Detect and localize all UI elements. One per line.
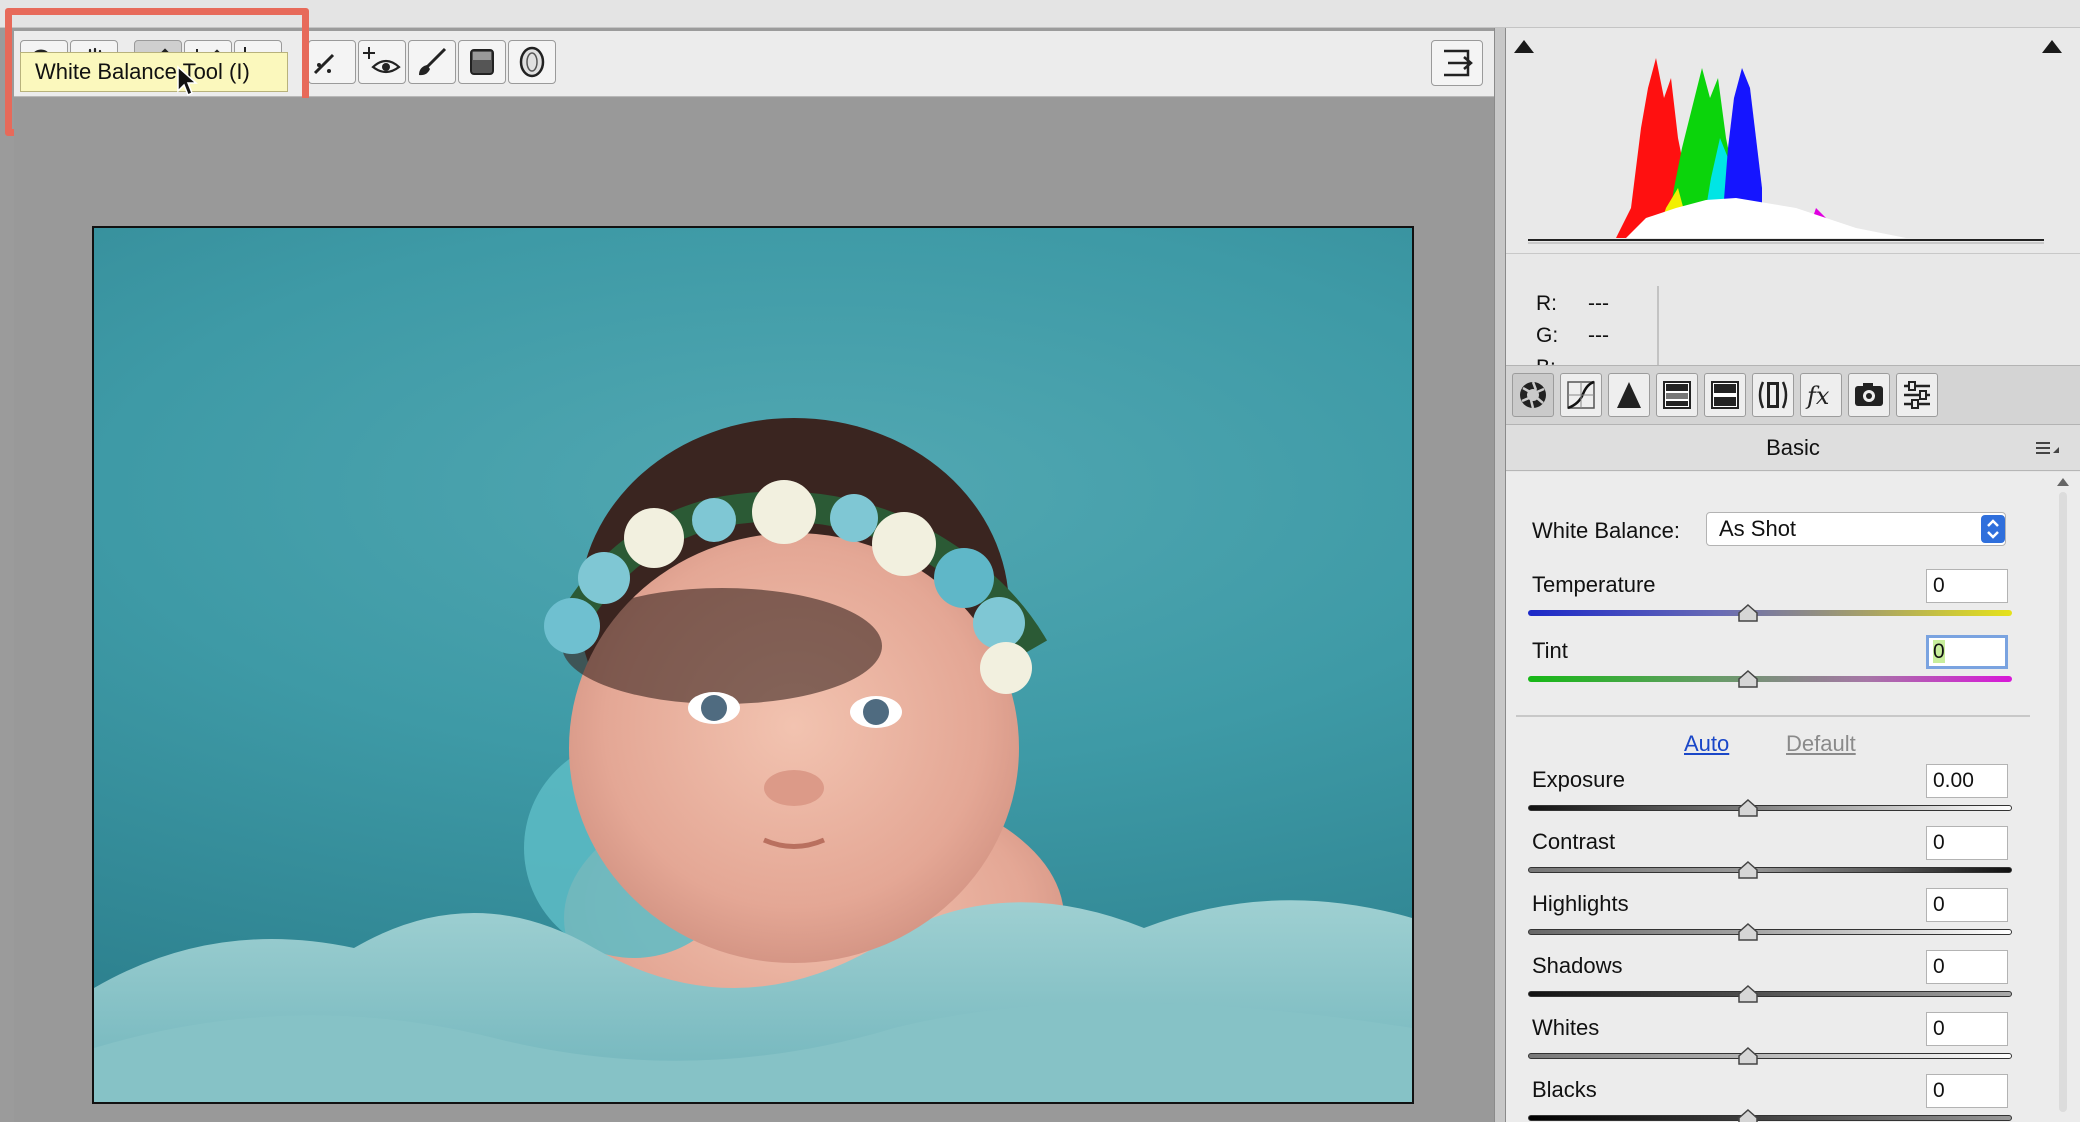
photo-illustration xyxy=(94,228,1412,1102)
panel-scrollbar[interactable] xyxy=(2052,472,2074,1122)
contrast-slider-thumb[interactable] xyxy=(1738,861,1758,879)
tab-hsl[interactable] xyxy=(1656,373,1698,417)
adjustments-panel: R:--- G:--- B:--- fx xyxy=(1506,28,2080,1122)
default-link[interactable]: Default xyxy=(1786,731,1856,757)
highlights-label: Highlights xyxy=(1532,891,1629,917)
blacks-field[interactable]: 0 xyxy=(1926,1074,2008,1108)
radial-filter-icon xyxy=(509,41,555,83)
contrast-label: Contrast xyxy=(1532,829,1615,855)
whites-label: Whites xyxy=(1532,1015,1599,1041)
panel-title: Basic xyxy=(1766,435,1820,460)
exit-icon xyxy=(1432,41,1482,85)
svg-text:fx: fx xyxy=(1805,382,1830,410)
histogram-graph xyxy=(1506,28,2080,254)
whites-field[interactable]: 0 xyxy=(1926,1012,2008,1046)
lens-corrections-icon xyxy=(1753,374,1793,416)
readout-r: R:--- xyxy=(1536,292,1609,316)
highlights-field[interactable]: 0 xyxy=(1926,888,2008,922)
blacks-slider-thumb[interactable] xyxy=(1738,1109,1758,1122)
panel-divider[interactable] xyxy=(1494,28,1506,1122)
temperature-label: Temperature xyxy=(1532,572,1656,598)
histogram xyxy=(1506,28,2080,254)
panel-header: Basic xyxy=(1506,425,2080,471)
highlights-slider-thumb[interactable] xyxy=(1738,923,1758,941)
toggle-fullscreen-button[interactable] xyxy=(1431,40,1483,86)
tab-lens-corrections[interactable] xyxy=(1752,373,1794,417)
preview-area[interactable] xyxy=(14,98,1494,1122)
temperature-slider-thumb[interactable] xyxy=(1738,604,1758,622)
select-arrows-icon xyxy=(1981,515,2005,543)
shadows-slider-track[interactable] xyxy=(1528,991,2012,997)
red-eye-tool-button[interactable] xyxy=(358,40,406,84)
temperature-field[interactable]: 0 xyxy=(1926,569,2008,603)
graduated-filter-icon xyxy=(459,41,505,83)
highlights-slider-track[interactable] xyxy=(1528,929,2012,935)
basic-panel: White Balance: As Shot Temperature 0 Tin… xyxy=(1506,472,2080,1122)
contrast-slider-track[interactable] xyxy=(1528,867,2012,873)
tab-camera-calibration[interactable] xyxy=(1848,373,1890,417)
section-divider xyxy=(1516,715,2030,717)
exposure-slider-track[interactable] xyxy=(1528,805,2012,811)
tab-split-toning[interactable] xyxy=(1704,373,1746,417)
shadows-label: Shadows xyxy=(1532,953,1623,979)
presets-icon xyxy=(1897,374,1937,416)
white-balance-value: As Shot xyxy=(1719,516,1796,541)
temperature-slider-track[interactable] xyxy=(1528,610,2012,616)
shadows-field[interactable]: 0 xyxy=(1926,950,2008,984)
blacks-label: Blacks xyxy=(1532,1077,1597,1103)
shadows-slider-thumb[interactable] xyxy=(1738,985,1758,1003)
split-toning-icon xyxy=(1705,374,1745,416)
exposure-slider-thumb[interactable] xyxy=(1738,799,1758,817)
cursor-icon xyxy=(176,65,200,97)
contrast-field[interactable]: 0 xyxy=(1926,826,2008,860)
hsl-icon xyxy=(1657,374,1697,416)
exposure-field[interactable]: 0.00 xyxy=(1926,764,2008,798)
tab-tone-curve[interactable] xyxy=(1560,373,1602,417)
tint-label: Tint xyxy=(1532,638,1568,664)
adjustment-brush-tool-button[interactable] xyxy=(408,40,456,84)
camera-calibration-icon xyxy=(1849,374,1889,416)
auto-link[interactable]: Auto xyxy=(1684,731,1729,757)
red-eye-icon xyxy=(359,41,405,83)
tab-presets[interactable] xyxy=(1896,373,1938,417)
tab-basic[interactable] xyxy=(1512,373,1554,417)
radial-filter-tool-button[interactable] xyxy=(508,40,556,84)
tint-slider-thumb[interactable] xyxy=(1738,670,1758,688)
graduated-filter-tool-button[interactable] xyxy=(458,40,506,84)
tone-curve-icon xyxy=(1561,374,1601,416)
whites-slider-thumb[interactable] xyxy=(1738,1047,1758,1065)
tab-effects[interactable]: fx xyxy=(1800,373,1842,417)
straighten-icon xyxy=(309,41,355,83)
panel-menu-icon[interactable] xyxy=(2034,439,2062,457)
effects-icon: fx xyxy=(1801,374,1841,416)
exposure-label: Exposure xyxy=(1532,767,1625,793)
tint-value: 0 xyxy=(1933,640,1945,663)
white-balance-select[interactable]: As Shot xyxy=(1706,512,2006,546)
tint-field[interactable]: 0 xyxy=(1926,635,2008,669)
whites-slider-track[interactable] xyxy=(1528,1053,2012,1059)
tint-slider-track[interactable] xyxy=(1528,676,2012,682)
blacks-slider-track[interactable] xyxy=(1528,1115,2012,1121)
photo-preview[interactable] xyxy=(92,226,1414,1104)
adjustment-brush-icon xyxy=(409,41,455,83)
title-bar xyxy=(0,0,2080,28)
readout-g: G:--- xyxy=(1536,324,1609,348)
basic-icon xyxy=(1513,374,1553,416)
white-balance-label: White Balance: xyxy=(1532,518,1680,544)
detail-icon xyxy=(1609,374,1649,416)
panel-tabs: fx xyxy=(1506,365,2080,425)
tab-detail[interactable] xyxy=(1608,373,1650,417)
straighten-tool-button[interactable] xyxy=(308,40,356,84)
